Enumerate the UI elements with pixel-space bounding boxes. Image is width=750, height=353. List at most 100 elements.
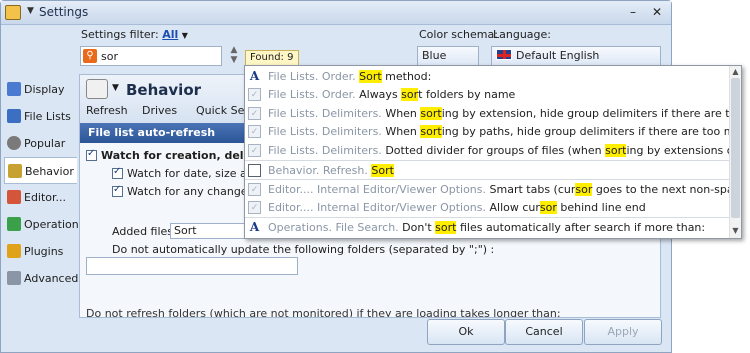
scrollbar-thumb[interactable] [731, 78, 740, 218]
close-button[interactable]: ✕ [647, 4, 667, 21]
result-text: When [385, 107, 421, 120]
result-text: Allow cur [489, 201, 540, 214]
chevron-down-icon[interactable]: ▼ [182, 31, 188, 40]
search-stepper[interactable]: ▲ ▼ [227, 45, 241, 65]
behavior-title: Behavior [126, 81, 202, 99]
sidebar-item-behavior[interactable]: Behavior [4, 157, 77, 184]
search-results-popup: A File Lists. Order. Sort method: ✓ File… [244, 65, 742, 239]
search-icon: ⚲ [83, 49, 97, 63]
sidebar: Display File Lists Popular Behavior Edit… [4, 76, 84, 292]
no-update-label: Do not automatically update the followin… [112, 243, 495, 256]
result-text: Smart tabs (cur [489, 183, 576, 196]
checkbox-icon: ✓ [248, 201, 261, 214]
chevron-down-icon[interactable]: ▼ [227, 55, 241, 65]
settings-filter-link[interactable]: All [162, 28, 178, 41]
window-title: Settings [39, 5, 89, 19]
sidebar-item-editor[interactable]: Editor... [4, 184, 76, 211]
sidebar-item-display[interactable]: Display [4, 76, 76, 103]
result-path: File Lists. Order. [268, 70, 360, 83]
list-icon [248, 164, 261, 177]
sidebar-item-file-lists[interactable]: File Lists [4, 103, 76, 130]
sidebar-item-label: Popular [24, 137, 66, 150]
sidebar-item-label: File Lists [24, 110, 71, 123]
result-path: File Lists. Delimiters. [268, 107, 386, 120]
sidebar-item-label: Editor... [24, 191, 67, 204]
checkbox-icon: ✓ [248, 88, 261, 101]
settings-filter-label: Settings filter: [81, 28, 159, 41]
list-item[interactable]: A File Lists. Order. Sort method: [245, 67, 731, 86]
result-text: method: [381, 70, 432, 83]
result-text: Dotted divider for groups of files (when [385, 144, 606, 157]
sidebar-item-label: Advanced [24, 272, 79, 285]
search-input[interactable]: ⚲ sor [80, 46, 222, 66]
result-path: File Lists. Delimiters. [268, 144, 386, 157]
settings-filter: Settings filter: All ▼ [81, 28, 188, 41]
file-list-icon [7, 109, 21, 123]
sidebar-item-label: Behavior [25, 165, 74, 178]
result-text: Always [359, 88, 402, 101]
plugin-icon [7, 244, 21, 258]
result-highlight: sort [605, 144, 627, 157]
result-highlight: Sort [359, 70, 382, 83]
title-bar[interactable]: ▼ Settings – ✕ [1, 1, 671, 25]
result-path: Editor.... Internal Editor/Viewer Option… [268, 201, 490, 214]
sidebar-item-advanced[interactable]: Advanced [4, 265, 79, 292]
found-count-button[interactable]: Found: 9 ▼ [245, 50, 299, 76]
list-item[interactable]: A Operations. File Search. Don't sort fi… [245, 217, 731, 236]
tab-drives[interactable]: Drives [142, 104, 177, 117]
font-icon: A [249, 220, 260, 234]
checkbox-icon: ✓ [248, 144, 261, 157]
chevron-down-icon[interactable]: ▼ [27, 6, 34, 16]
chevron-down-icon[interactable]: ▼ [112, 83, 119, 93]
apply-button[interactable]: Apply [584, 319, 662, 345]
list-item[interactable]: ✓ File Lists. Delimiters. When sorting b… [245, 122, 731, 141]
sidebar-item-label: Plugins [24, 245, 64, 258]
chevron-up-icon[interactable]: ▲ [227, 45, 241, 55]
sidebar-item-popular[interactable]: Popular [4, 130, 76, 157]
added-files-label: Added files: [112, 225, 177, 238]
result-text: When [385, 125, 421, 138]
refresh-note: Do not refresh folders (which are not mo… [86, 307, 561, 318]
list-item[interactable]: ✓ Editor.... Internal Editor/Viewer Opti… [245, 179, 731, 198]
checkbox-icon[interactable] [86, 148, 97, 161]
font-icon: A [249, 69, 260, 83]
result-text: ing by extensions or paths) [626, 144, 731, 157]
list-item[interactable]: ✓ File Lists. Delimiters. When sorting b… [245, 104, 731, 123]
checkbox-icon[interactable] [112, 166, 123, 179]
gear-icon [7, 136, 21, 150]
monitor-icon [7, 82, 21, 96]
result-path: Behavior. Refresh. [268, 164, 372, 177]
document-icon [7, 271, 21, 285]
result-highlight: sor [539, 201, 557, 214]
minimize-button[interactable]: – [623, 4, 643, 21]
excluded-folders-input[interactable] [86, 257, 298, 275]
language-value: Default English [516, 49, 600, 62]
sidebar-item-operations[interactable]: Operations [4, 211, 84, 238]
found-count: Found: 9 [250, 52, 294, 63]
checkbox-icon[interactable] [112, 184, 123, 197]
list-item[interactable]: ✓ Editor.... Internal Editor/Viewer Opti… [245, 198, 731, 217]
result-path: File Lists. Order. [268, 88, 360, 101]
search-value: sor [101, 50, 118, 63]
result-highlight: sort [435, 221, 457, 234]
tab-refresh[interactable]: Refresh [86, 104, 128, 117]
scroll-up-icon[interactable]: ▲ [730, 67, 741, 76]
ok-button[interactable]: Ok [427, 319, 505, 345]
result-text: goes to the next non-space character in … [595, 183, 731, 196]
added-files-select[interactable]: Sort [170, 223, 250, 239]
list-item[interactable]: ✓ File Lists. Delimiters. Dotted divider… [245, 141, 731, 160]
scroll-down-icon[interactable]: ▼ [730, 226, 741, 235]
result-text: Don't [402, 221, 436, 234]
popup-scrollbar[interactable]: ▲ ▼ [729, 66, 741, 238]
color-schema-select[interactable]: Blue [417, 46, 479, 66]
added-files-value: Sort [174, 224, 197, 237]
cancel-button[interactable]: Cancel [505, 319, 583, 345]
list-item[interactable]: Behavior. Refresh. Sort [245, 160, 731, 179]
language-select[interactable]: Default English [491, 46, 661, 66]
sidebar-item-plugins[interactable]: Plugins [4, 238, 76, 265]
list-item[interactable]: ✓ File Lists. Order. Always sort folders… [245, 85, 731, 104]
checkbox-icon: ✓ [248, 107, 261, 120]
result-text: ing by extension, hide group delimiters … [441, 107, 731, 120]
language-label: Language: [493, 28, 551, 41]
home-icon[interactable] [5, 5, 21, 20]
